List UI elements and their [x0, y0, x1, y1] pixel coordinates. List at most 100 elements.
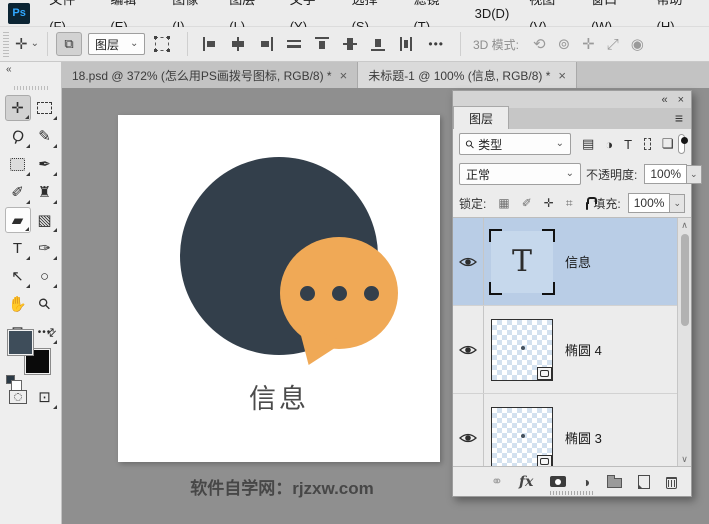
- panel-resize-grip[interactable]: [550, 491, 594, 495]
- layer-row-ellipse3[interactable]: 椭圆 3: [453, 394, 691, 467]
- options-bar-grip[interactable]: [3, 31, 9, 57]
- photoshop-logo-icon[interactable]: Ps: [8, 3, 30, 24]
- layer-filtering-toggle[interactable]: [678, 134, 685, 154]
- add-layer-mask-icon[interactable]: [550, 476, 566, 487]
- layer-thumbnail[interactable]: [491, 319, 553, 381]
- layer-name[interactable]: 信息: [565, 252, 591, 271]
- document-tab-18psd[interactable]: 18.psd @ 372% (怎么用PS画拨号图标, RGB/8) * ×: [62, 62, 358, 88]
- align-right-button[interactable]: [259, 37, 273, 51]
- foreground-color-swatch[interactable]: [8, 330, 33, 355]
- filter-type-layers-icon[interactable]: T: [624, 137, 632, 152]
- quick-selection-tool-button[interactable]: ✎: [32, 123, 58, 149]
- move-tool-button[interactable]: ✛: [5, 95, 31, 121]
- opacity-input[interactable]: 100% ⌄: [644, 164, 701, 184]
- layer-styles-fx-icon[interactable]: fx: [519, 474, 533, 490]
- marquee-tool-button[interactable]: [32, 95, 58, 121]
- layer-thumbnail[interactable]: [491, 407, 553, 468]
- auto-select-target-dropdown[interactable]: 图层 ⌄: [88, 33, 145, 55]
- filter-adjustment-layers-icon[interactable]: ◑: [605, 137, 613, 152]
- collapse-panel-icon[interactable]: «: [661, 94, 667, 106]
- menu-item-3d[interactable]: 3D(D): [465, 0, 520, 27]
- close-tab-icon[interactable]: ×: [558, 68, 566, 83]
- layer-name[interactable]: 椭圆 4: [565, 340, 602, 359]
- fill-value[interactable]: 100%: [628, 193, 671, 213]
- distribute-vertical-button[interactable]: [287, 37, 301, 51]
- align-bottom-button[interactable]: [371, 37, 385, 51]
- align-left-button[interactable]: [203, 37, 217, 51]
- lock-artboard-icon[interactable]: ⌗: [566, 196, 573, 211]
- layer-row-ellipse4[interactable]: 椭圆 4: [453, 306, 691, 394]
- eye-icon[interactable]: [459, 256, 477, 268]
- chevron-down-icon[interactable]: ⌄: [31, 39, 39, 49]
- align-vertical-center-button[interactable]: [343, 37, 357, 51]
- new-group-icon[interactable]: [607, 475, 622, 488]
- hand-tool-button[interactable]: ✋: [5, 291, 31, 317]
- filter-pixel-layers-icon[interactable]: ▤: [582, 136, 594, 152]
- layers-scrollbar[interactable]: ∧ ∨: [677, 218, 691, 466]
- close-tab-icon[interactable]: ×: [340, 68, 348, 83]
- eraser-tool-button[interactable]: ▰: [5, 207, 31, 233]
- more-align-options-button[interactable]: •••: [428, 37, 444, 51]
- layer-name[interactable]: 椭圆 3: [565, 428, 602, 447]
- fill-input[interactable]: 100% ⌄: [628, 193, 685, 213]
- eyedropper-icon: ✒: [38, 155, 51, 173]
- clone-stamp-tool-button[interactable]: ♜: [32, 179, 58, 205]
- brush-tool-button[interactable]: ✐: [5, 179, 31, 205]
- distribute-horizontal-button[interactable]: [399, 37, 413, 51]
- align-top-button[interactable]: [315, 37, 329, 51]
- filter-smart-objects-icon[interactable]: ❏: [662, 136, 674, 152]
- default-colors-icon[interactable]: [6, 375, 15, 384]
- layer-thumbnail[interactable]: T: [491, 231, 553, 293]
- scroll-down-icon[interactable]: ∨: [681, 452, 688, 466]
- paint-bucket-tool-button[interactable]: ▧: [32, 207, 58, 233]
- 3d-roll-icon[interactable]: ⊚: [558, 37, 571, 52]
- type-tool-button[interactable]: T: [5, 235, 31, 261]
- filter-type-dropdown[interactable]: ⚲ 类型 ⌄: [459, 133, 571, 155]
- chevron-down-icon[interactable]: ⌄: [687, 165, 702, 184]
- document-canvas[interactable]: 信息: [118, 115, 440, 462]
- 3d-pan-icon[interactable]: ✛: [582, 37, 595, 52]
- collapse-tools-icon[interactable]: «: [6, 64, 11, 75]
- visibility-cell[interactable]: [453, 218, 484, 305]
- 3d-zoom-icon[interactable]: ◉: [631, 37, 644, 52]
- 3d-slide-icon[interactable]: ⤢: [607, 37, 619, 52]
- patch-tool-button[interactable]: [5, 151, 31, 177]
- tab-layers[interactable]: 图层: [453, 106, 509, 129]
- panel-menu-icon[interactable]: ≡: [667, 110, 691, 129]
- filter-shape-layers-icon[interactable]: [644, 138, 651, 150]
- eye-icon[interactable]: [459, 344, 477, 356]
- adjustment-layer-icon[interactable]: ◑: [582, 474, 590, 490]
- tool-panel-grip[interactable]: [14, 86, 48, 90]
- path-selection-tool-button[interactable]: ↖: [5, 263, 31, 289]
- chevron-down-icon[interactable]: ⌄: [670, 194, 685, 213]
- layer-row-xinxi[interactable]: T 信息: [453, 218, 691, 306]
- lasso-tool-button[interactable]: Ϙ: [5, 123, 31, 149]
- lock-position-icon[interactable]: ✛: [544, 196, 554, 210]
- ellipse-tool-button[interactable]: ○: [32, 263, 58, 289]
- auto-select-toggle-button[interactable]: ⧉: [56, 32, 82, 56]
- lock-transparent-pixels-icon[interactable]: ▦: [498, 196, 509, 210]
- blend-mode-dropdown[interactable]: 正常 ⌄: [459, 163, 581, 185]
- screen-mode-button[interactable]: ⊡: [32, 384, 58, 410]
- 3d-orbit-icon[interactable]: ⟲: [533, 37, 546, 52]
- show-transform-controls-checkbox[interactable]: [155, 37, 169, 51]
- lock-all-icon[interactable]: [586, 202, 589, 210]
- marquee-icon: [37, 102, 52, 114]
- new-layer-icon[interactable]: [638, 475, 650, 489]
- delete-layer-icon[interactable]: [666, 475, 677, 489]
- link-layers-icon[interactable]: ⚭: [491, 473, 503, 490]
- eyedropper-tool-button[interactable]: ✒: [32, 151, 58, 177]
- visibility-cell[interactable]: [453, 306, 484, 393]
- opacity-value[interactable]: 100%: [644, 164, 687, 184]
- align-horizontal-center-button[interactable]: [231, 37, 245, 51]
- eye-icon[interactable]: [459, 432, 477, 444]
- pen-tool-button[interactable]: ✑: [32, 235, 58, 261]
- visibility-cell[interactable]: [453, 394, 484, 467]
- zoom-tool-button[interactable]: ⚲: [32, 291, 58, 317]
- scroll-up-icon[interactable]: ∧: [681, 218, 688, 232]
- scrollbar-thumb[interactable]: [681, 234, 689, 326]
- document-tab-untitled1[interactable]: 未标题-1 @ 100% (信息, RGB/8) * ×: [358, 62, 577, 88]
- lock-image-pixels-icon[interactable]: ✐: [522, 196, 532, 210]
- close-panel-icon[interactable]: ×: [678, 94, 684, 106]
- quick-mask-button[interactable]: [5, 384, 31, 410]
